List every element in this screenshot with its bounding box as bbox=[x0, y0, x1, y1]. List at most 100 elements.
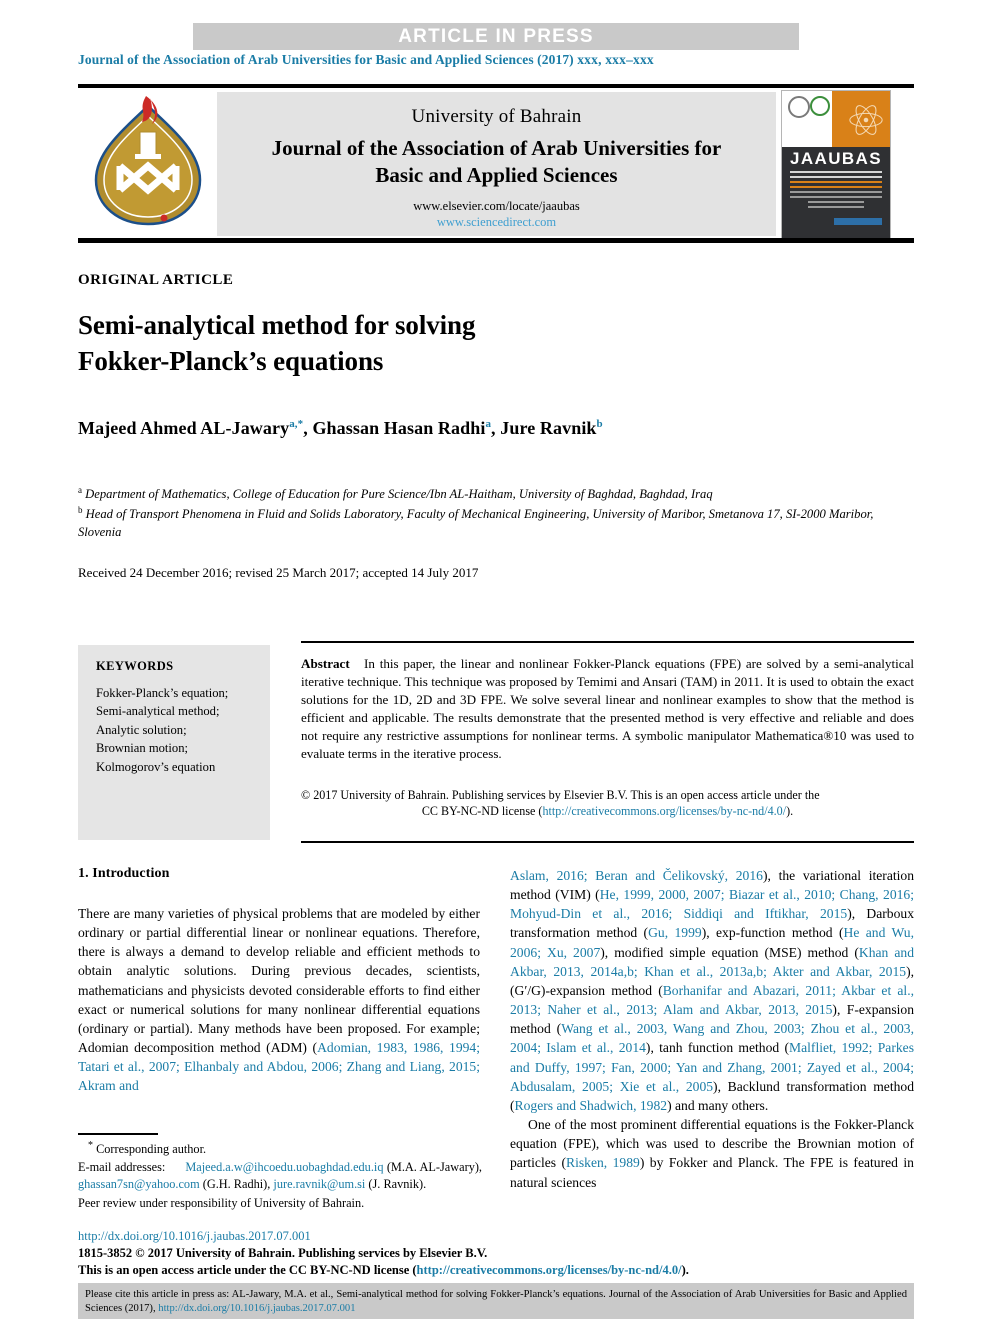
masthead-journal-title: Journal of the Association of Arab Unive… bbox=[217, 135, 776, 189]
running-head-volume: xxx, xxx–xxx bbox=[577, 52, 654, 67]
paragraph-text: ), exp-function method ( bbox=[701, 925, 844, 941]
keyword-item: Semi-analytical method; bbox=[96, 704, 220, 719]
issn-copyright-line: 1815-3852 © 2017 University of Bahrain. … bbox=[78, 1246, 488, 1260]
abstract-copyright-line1: © 2017 University of Bahrain. Publishing… bbox=[301, 788, 820, 802]
citation-group[interactable]: Risken, 1989 bbox=[566, 1155, 640, 1170]
cover-emblem-secondary-icon bbox=[810, 96, 830, 116]
cover-line bbox=[808, 201, 864, 203]
email-owner: (J. Ravnik). bbox=[368, 1177, 427, 1191]
intro-paragraph-left: There are many varieties of physical pro… bbox=[78, 904, 480, 1096]
paragraph-text: ), tanh function method ( bbox=[645, 1040, 790, 1056]
author-name[interactable]: Ghassan Hasan Radhi bbox=[312, 418, 485, 438]
cover-line bbox=[790, 186, 882, 188]
article-title-line1: Semi-analytical method for solving bbox=[78, 310, 476, 340]
open-access-prefix: This is an open access article under the… bbox=[78, 1263, 417, 1277]
open-access-line: This is an open access article under the… bbox=[78, 1263, 689, 1278]
cover-line bbox=[790, 196, 882, 198]
please-cite-doi-link[interactable]: http://dx.doi.org/10.1016/j.jaubas.2017.… bbox=[158, 1303, 355, 1314]
citation-group[interactable]: Rogers and Shadwich, 1982 bbox=[515, 1098, 668, 1113]
email-addresses: E-mail addresses: Majeed.a.w@ihcoedu.uob… bbox=[78, 1159, 482, 1194]
masthead-journal-line2: Basic and Applied Sciences bbox=[375, 162, 618, 187]
affiliation-item: a Department of Mathematics, College of … bbox=[78, 484, 908, 504]
abstract-copyright-line2: CC BY-NC-ND license (http://creativecomm… bbox=[301, 803, 914, 819]
intro-paragraph-right-2: One of the most prominent differential e… bbox=[510, 1115, 914, 1192]
cover-line bbox=[790, 176, 882, 178]
abstract-block: Abstract In this paper, the linear and n… bbox=[301, 655, 914, 763]
affiliation-list: a Department of Mathematics, College of … bbox=[78, 484, 908, 542]
running-head-text: Journal of the Association of Arab Unive… bbox=[78, 52, 578, 67]
atom-icon bbox=[849, 105, 883, 135]
doi-link[interactable]: http://dx.doi.org/10.1016/j.jaubas.2017.… bbox=[78, 1229, 311, 1244]
cover-blue-bar bbox=[834, 218, 882, 225]
affiliation-marker: b bbox=[78, 505, 83, 516]
open-access-suffix: ). bbox=[681, 1263, 689, 1277]
paragraph-text: ) and many others. bbox=[667, 1097, 769, 1113]
citation-group[interactable]: Aslam, 2016; Beran and Čelikovský, 2016 bbox=[510, 868, 763, 883]
affiliation-item: b Head of Transport Phenomena in Fluid a… bbox=[78, 504, 908, 542]
author-name[interactable]: Jure Ravnik bbox=[500, 418, 596, 438]
abstract-rule-bottom bbox=[301, 841, 914, 843]
intro-paragraph-text: There are many varieties of physical pro… bbox=[78, 906, 480, 1056]
masthead: University of Bahrain Journal of the Ass… bbox=[78, 90, 914, 240]
journal-running-head: Journal of the Association of Arab Unive… bbox=[78, 52, 654, 68]
email-owner: (G.H. Radhi), bbox=[202, 1177, 271, 1191]
article-title-line2: Fokker-Planck’s equations bbox=[78, 345, 384, 376]
masthead-rule-top bbox=[78, 84, 914, 88]
keywords-box: KEYWORDS Fokker-Planck’s equation; Semi-… bbox=[78, 645, 270, 840]
abstract-label: Abstract bbox=[301, 656, 350, 671]
author-affiliation-marker: a bbox=[485, 418, 492, 430]
body-column-right: Aslam, 2016; Beran and Čelikovský, 2016)… bbox=[510, 866, 914, 1192]
affiliation-text: Department of Mathematics, College of Ed… bbox=[85, 487, 713, 502]
email-link[interactable]: ghassan7sn@yahoo.com bbox=[78, 1177, 200, 1191]
asterisk-icon: * bbox=[88, 1140, 93, 1151]
masthead-titles: University of Bahrain Journal of the Ass… bbox=[217, 92, 776, 236]
corresponding-author-note: * Corresponding author. bbox=[78, 1139, 482, 1159]
abstract-rule-top bbox=[301, 641, 914, 643]
intro-paragraph-right-1: Aslam, 2016; Beran and Čelikovský, 2016)… bbox=[510, 866, 914, 1115]
author-list: Majeed Ahmed AL-Jawarya,*, Ghassan Hasan… bbox=[78, 418, 603, 438]
article-page: ARTICLE IN PRESS Journal of the Associat… bbox=[0, 0, 992, 1323]
journal-cover-thumbnail: JAAUBAS bbox=[781, 90, 891, 240]
masthead-rule-bottom bbox=[78, 238, 914, 243]
citation-group[interactable]: Gu, 1999 bbox=[648, 925, 702, 940]
masthead-elsevier-url[interactable]: www.elsevier.com/locate/jaaubas bbox=[217, 199, 776, 214]
corresponding-author-text: Corresponding author. bbox=[96, 1142, 207, 1157]
author-affiliation-marker: a,* bbox=[289, 418, 304, 430]
keywords-heading: KEYWORDS bbox=[96, 659, 174, 673]
masthead-sciencedirect-url[interactable]: www.sciencedirect.com bbox=[217, 215, 776, 230]
abstract-text: In this paper, the linear and nonlinear … bbox=[301, 656, 914, 762]
abstract-copyright: © 2017 University of Bahrain. Publishing… bbox=[301, 787, 914, 819]
cover-line bbox=[808, 206, 864, 208]
section-heading-introduction: 1. Introduction bbox=[78, 866, 170, 881]
open-access-license-link[interactable]: http://creativecommons.org/licenses/by-n… bbox=[417, 1263, 682, 1277]
cover-emblem-icon bbox=[788, 96, 810, 118]
article-title: Semi-analytical method for solving Fokke… bbox=[78, 308, 718, 379]
university-of-bahrain-logo bbox=[80, 94, 216, 236]
affiliation-text: Head of Transport Phenomena in Fluid and… bbox=[78, 507, 874, 540]
cover-line bbox=[790, 181, 882, 183]
license-prefix: CC BY-NC-ND license ( bbox=[421, 804, 543, 819]
body-column-left: 1. Introduction There are many varieties… bbox=[78, 866, 480, 1096]
author-name[interactable]: Majeed Ahmed AL-Jawary bbox=[78, 418, 289, 438]
email-link[interactable]: jure.ravnik@um.si bbox=[273, 1177, 365, 1191]
license-link[interactable]: http://creativecommons.org/licenses/by-n… bbox=[542, 804, 786, 818]
keywords-list: Fokker-Planck’s equation; Semi-analytica… bbox=[96, 684, 270, 776]
email-link[interactable]: Majeed.a.w@ihcoedu.uobaghdad.edu.iq bbox=[185, 1160, 383, 1174]
license-suffix: ). bbox=[786, 804, 794, 819]
cover-line bbox=[790, 191, 882, 193]
masthead-journal-line1: Journal of the Association of Arab Unive… bbox=[271, 136, 722, 160]
affiliation-marker: a bbox=[78, 485, 82, 495]
article-type-label: ORIGINAL ARTICLE bbox=[78, 272, 234, 288]
keyword-item: Analytic solution; bbox=[96, 722, 187, 737]
peer-review-note: Peer review under responsibility of Univ… bbox=[78, 1196, 365, 1211]
masthead-university: University of Bahrain bbox=[411, 106, 582, 127]
footnote-block: * Corresponding author. E-mail addresses… bbox=[78, 1139, 482, 1213]
article-in-press-banner: ARTICLE IN PRESS bbox=[193, 23, 799, 50]
please-cite-box: Please cite this article in press as: AL… bbox=[78, 1283, 914, 1319]
article-history: Received 24 December 2016; revised 25 Ma… bbox=[78, 565, 479, 580]
cover-line bbox=[790, 171, 882, 173]
footnote-rule bbox=[78, 1133, 158, 1135]
keyword-item: Fokker-Planck’s equation; bbox=[96, 686, 229, 700]
author-affiliation-marker: b bbox=[596, 418, 603, 430]
keyword-item: Brownian motion; bbox=[96, 741, 188, 756]
